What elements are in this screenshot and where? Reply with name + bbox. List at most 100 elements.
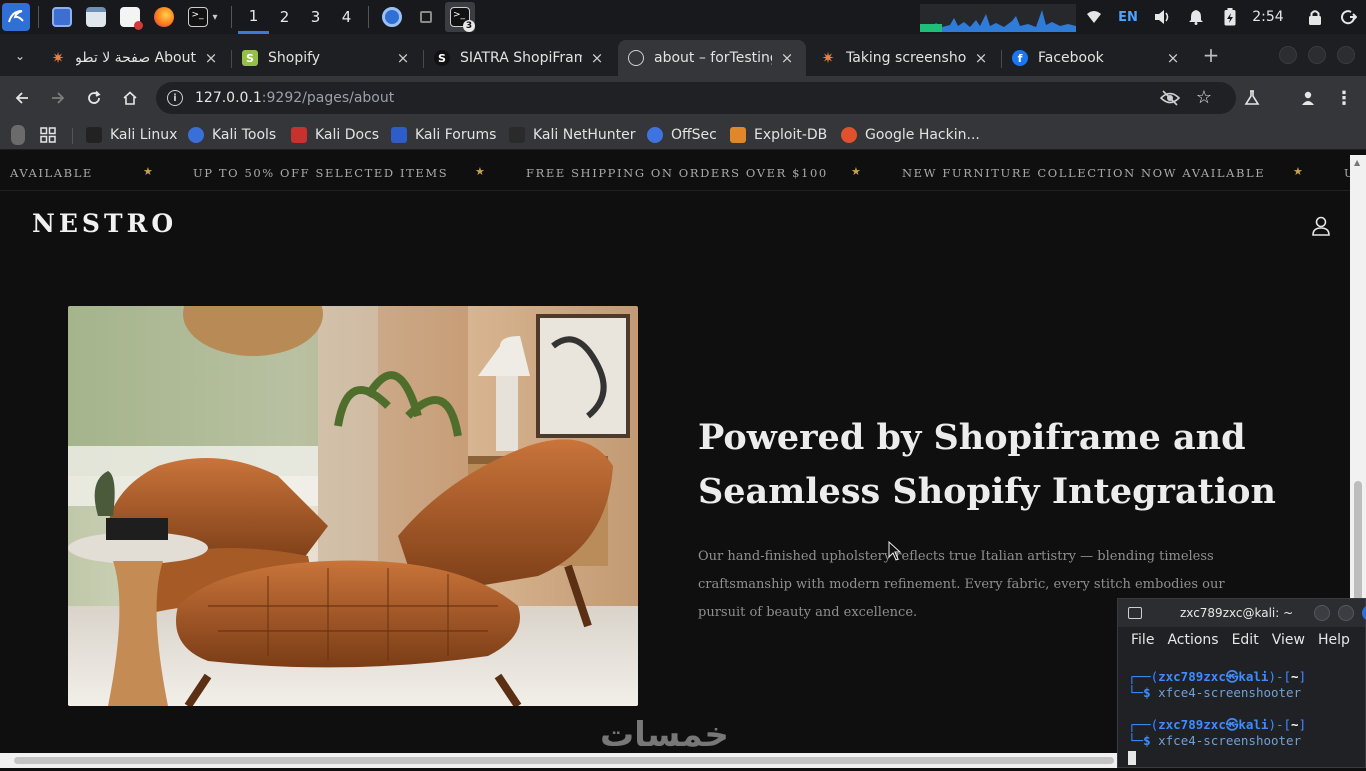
khamsat-watermark: خمسات [600,715,729,753]
bookmark-kali-forums[interactable]: Kali Forums [391,125,496,145]
bookmark-kali-tools[interactable]: Kali Tools [188,125,276,145]
mouse-cursor-icon [888,541,902,561]
profile-icon[interactable] [1294,84,1322,112]
account-icon[interactable] [1310,215,1332,237]
address-bar[interactable]: i 127.0.0.1:9292/pages/about ☆ [156,82,1236,114]
lock-icon[interactable] [1306,0,1324,34]
bookmark-label: Kali Tools [212,127,277,143]
prompt-host: kali [1238,717,1269,732]
tab-siatra[interactable]: S SIATRA ShopiFram × [424,40,616,76]
terminal-minimize-button[interactable] [1314,605,1330,621]
kali-tools-icon [188,127,204,143]
bookmark-toggle-icon[interactable] [11,125,33,145]
close-icon[interactable]: × [588,49,606,67]
bookmark-exploit-db[interactable]: Exploit-DB [730,125,827,145]
site-info-icon[interactable]: i [167,90,183,106]
back-button[interactable] [8,84,36,112]
terminal-icon[interactable]: >_ ▾ [183,2,223,32]
more-menu-icon[interactable]: ⋮ [1330,84,1358,112]
terminal-output[interactable]: ┌──(zxc789zxc㉿kali)-[~] └─$ xfce4-screen… [1118,653,1365,771]
tab-facebook[interactable]: f Facebook × [1002,40,1192,76]
menu-file[interactable]: File [1131,632,1154,648]
network-icon[interactable] [1084,0,1104,34]
desktop-icon[interactable] [47,2,77,32]
terminal-window-icon [1128,607,1142,619]
terminal-active-icon[interactable]: >_ 3 [445,2,475,32]
workspace-4[interactable]: 4 [331,0,362,34]
file-manager-icon[interactable] [81,2,111,32]
power-icon[interactable] [1220,0,1240,34]
tab-about-arabic[interactable]: ✷ About صفحة لا تطو × [40,40,230,76]
bookmark-offsec[interactable]: OffSec [647,125,717,145]
siatra-favicon-icon: S [434,50,450,66]
menu-actions[interactable]: Actions [1167,632,1218,648]
notification-icon[interactable] [1186,0,1206,34]
prompt-user: zxc789zxc [1158,669,1226,684]
close-icon[interactable]: × [202,49,220,67]
bookmark-kali-nethunter[interactable]: Kali NetHunter [509,125,635,145]
star-icon[interactable]: ☆ [1196,87,1212,108]
terminal-maximize-button[interactable] [1338,605,1354,621]
tab-label: Facebook [1038,50,1104,66]
reload-icon [88,90,101,104]
eye-off-icon[interactable] [1159,89,1181,111]
clock[interactable]: 2:54 [1248,0,1288,34]
arrow-right-icon [52,92,65,104]
scroll-up-arrow-icon[interactable]: ▲ [1354,158,1360,167]
bookmark-separator [72,128,73,144]
chevron-down-icon[interactable]: ▾ [212,12,217,23]
hero-image-leather-chairs [68,306,638,706]
url-text[interactable]: 127.0.0.1:9292/pages/about [195,90,394,106]
tab-taking-screenshot[interactable]: ✷ Taking screenshot × [810,40,1000,76]
kali-menu-icon[interactable] [2,3,30,31]
close-icon[interactable]: × [972,49,990,67]
logout-icon[interactable] [1340,0,1358,34]
home-button[interactable] [116,84,144,112]
menu-edit[interactable]: Edit [1232,632,1259,648]
maximize-button[interactable] [1308,46,1326,64]
menu-help[interactable]: Help [1318,632,1350,648]
workspace-1[interactable]: 1 [238,0,269,34]
apps-grid-icon[interactable] [40,125,56,145]
workspace-3[interactable]: 3 [300,0,331,34]
announcement-marquee: AVAILABLE ★ UP TO 50% OFF SELECTED ITEMS… [0,155,1350,191]
close-icon[interactable]: × [778,49,796,67]
workspace-2[interactable]: 2 [269,0,300,34]
close-icon[interactable]: × [1164,49,1182,67]
chromium-icon[interactable] [377,2,407,32]
bookmark-kali-docs[interactable]: Kali Docs [291,125,379,145]
prompt-line: ┌──(zxc789zxc㉿kali)-[~] [1128,669,1307,684]
bookmark-kali-linux[interactable]: Kali Linux [86,125,177,145]
tab-search-chevron-icon[interactable]: ⌄ [10,46,30,66]
firefox-icon[interactable] [149,2,179,32]
panel-separator [231,6,232,28]
terminal-titlebar[interactable]: zxc789zxc@kali: ~ [1118,599,1366,627]
close-icon[interactable]: × [394,49,412,67]
command-text: xfce4-screenshooter [1158,733,1302,748]
marquee-star-icon: ★ [143,165,153,178]
ghdb-icon [841,127,857,143]
new-tab-button[interactable]: + [1200,44,1222,66]
flask-icon[interactable] [1238,84,1266,112]
volume-icon[interactable] [1152,0,1172,34]
horizontal-scroll-thumb[interactable] [14,757,1114,764]
tab-shopify[interactable]: S Shopify × [232,40,422,76]
close-window-button[interactable] [1337,46,1355,64]
terminal-close-button[interactable] [1362,605,1366,621]
forward-button[interactable] [44,84,72,112]
language-indicator[interactable]: EN [1116,0,1140,34]
reload-button[interactable] [80,84,108,112]
url-host: 127.0.0.1 [195,90,262,106]
text-editor-icon[interactable] [115,2,145,32]
store-logo[interactable]: NESTRO [32,209,177,238]
window-icon[interactable] [411,2,441,32]
bookmark-google-hacking[interactable]: Google Hackin... [841,125,980,145]
exploit-db-icon [730,127,746,143]
minimize-button[interactable] [1279,46,1297,64]
globe-icon [628,50,644,66]
menu-view[interactable]: View [1272,632,1305,648]
prompt-at: ㉿ [1225,669,1239,684]
hero-title: Powered by Shopiframe and Seamless Shopi… [698,417,1276,512]
terminal-window[interactable]: zxc789zxc@kali: ~ File Actions Edit View… [1117,598,1366,768]
tab-about-fortesting[interactable]: about – forTesting × [618,40,806,76]
